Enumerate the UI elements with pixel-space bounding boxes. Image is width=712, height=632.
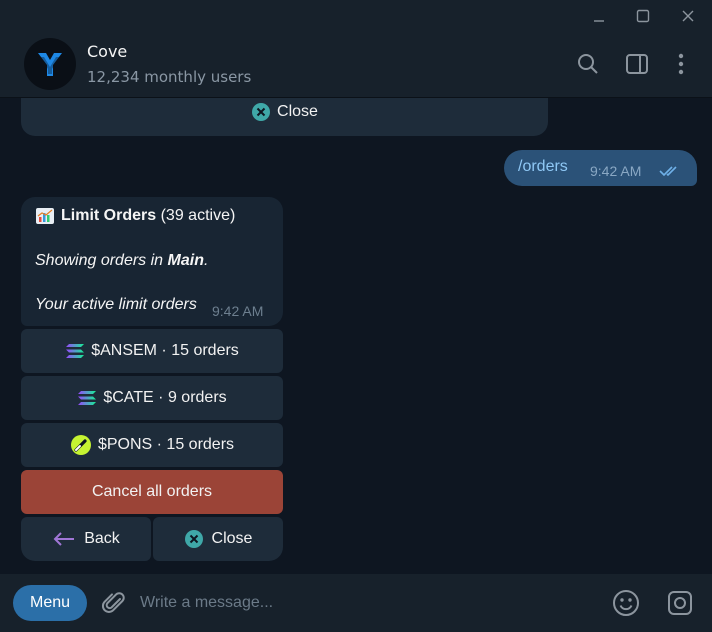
search-icon[interactable] [575, 51, 601, 77]
button-label: $PONS · 15 orders [97, 436, 235, 453]
button-label: $ANSEM · 15 orders [91, 342, 239, 359]
cove-logo-icon [38, 53, 62, 76]
message-title: Limit Orders [61, 207, 157, 224]
incoming-message[interactable]: Limit Orders (39 active) Showing orders … [21, 197, 283, 326]
message-line-active: Your active limit orders [35, 296, 197, 313]
window-titlebar [0, 0, 712, 32]
token-cate-button[interactable]: $CATE · 9 orders [21, 376, 283, 420]
button-label: Close [211, 530, 253, 547]
token-ansem-button[interactable]: $ANSEM · 15 orders [21, 329, 283, 373]
showing-prefix: Showing orders in [35, 252, 168, 269]
outgoing-message[interactable]: /orders 9:42 AM [504, 150, 697, 186]
close-button[interactable]: Close [153, 517, 283, 561]
previous-close-button[interactable]: Close [21, 98, 548, 136]
message-time: 9:42 AM [212, 303, 264, 319]
active-count: (39 active) [160, 207, 236, 224]
wallet-name: Main [167, 252, 204, 269]
message-time: 9:42 AM [590, 163, 642, 179]
button-label: $CATE · 9 orders [103, 389, 227, 406]
chat-title[interactable]: Cove [87, 42, 127, 61]
solana-icon [78, 391, 97, 405]
message-heading: Limit Orders (39 active) [35, 207, 235, 225]
close-window-icon[interactable] [666, 0, 710, 32]
back-button[interactable]: Back [21, 517, 151, 561]
read-checkmarks-icon [659, 166, 677, 177]
message-text: /orders [518, 158, 568, 175]
close-circle-icon [184, 530, 203, 548]
chat-header: Cove 12,234 monthly users [0, 32, 712, 98]
message-line-showing: Showing orders in Main. [35, 252, 208, 270]
close-circle-icon [252, 103, 271, 121]
pump-fun-icon [70, 435, 91, 455]
showing-suffix: . [203, 252, 209, 269]
chat-subtitle: 12,234 monthly users [87, 68, 252, 86]
avatar[interactable] [24, 38, 76, 90]
message-composer: Menu [0, 574, 712, 632]
button-label: Back [84, 530, 120, 547]
camera-icon[interactable] [665, 588, 695, 618]
arrow-left-icon [53, 532, 75, 546]
button-label: Cancel all orders [91, 483, 213, 500]
bot-menu-button[interactable]: Menu [13, 585, 87, 621]
bar-chart-icon [36, 208, 54, 224]
attach-icon[interactable] [99, 588, 129, 618]
sidebar-toggle-icon[interactable] [624, 51, 650, 77]
more-options-icon[interactable] [668, 51, 694, 77]
token-pons-button[interactable]: $PONS · 15 orders [21, 423, 283, 467]
solana-icon [66, 344, 85, 358]
chat-history[interactable]: Close /orders 9:42 AM Limit Orders (39 a… [0, 98, 712, 574]
button-label: Close [277, 103, 318, 120]
cancel-all-orders-button[interactable]: Cancel all orders [21, 470, 283, 514]
maximize-icon[interactable] [621, 0, 665, 32]
emoji-icon[interactable] [611, 588, 641, 618]
minimize-icon[interactable] [577, 0, 621, 32]
message-input[interactable] [140, 588, 590, 618]
